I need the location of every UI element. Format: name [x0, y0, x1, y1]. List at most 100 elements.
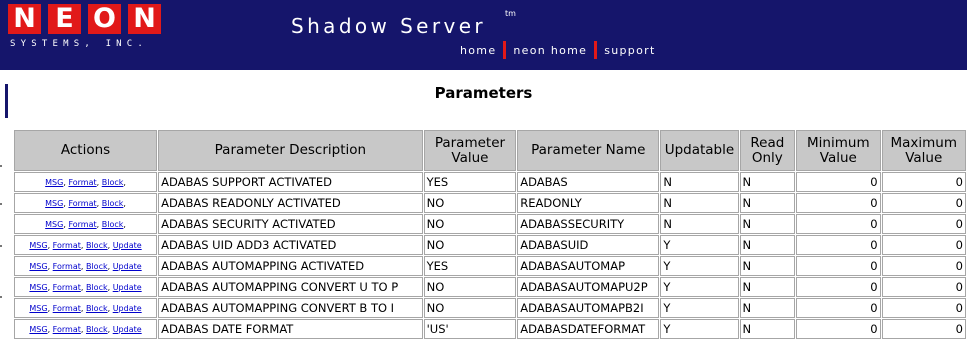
format-action-link[interactable]: Format [53, 241, 81, 250]
table-header-row: Actions Parameter Description Parameter … [14, 130, 966, 171]
param-description-cell: ADABAS SUPPORT ACTIVATED [158, 172, 423, 192]
column-header-actions: Actions [14, 130, 158, 171]
format-action-link[interactable]: Format [68, 199, 96, 208]
maximum-value-cell: 0 [881, 277, 966, 297]
frame-edge-mark [0, 203, 2, 205]
read-only-cell: N [739, 193, 796, 213]
param-description-cell: ADABAS READONLY ACTIVATED [158, 193, 423, 213]
format-action-link[interactable]: Format [53, 283, 81, 292]
frame-edge-mark [0, 165, 2, 167]
nav-home-link[interactable]: home [460, 44, 496, 57]
table-row: MSG, Format, Block, ADABAS SUPPORT ACTIVA… [14, 172, 966, 192]
param-description-cell: ADABAS AUTOMAPPING CONVERT B TO I [158, 298, 423, 318]
update-action-link[interactable]: Update [113, 262, 142, 271]
format-action-link[interactable]: Format [53, 304, 81, 313]
row-actions: MSG, Format, Block, Update [14, 235, 158, 255]
update-action-link[interactable]: Update [113, 241, 142, 250]
msg-action-link[interactable]: MSG [29, 304, 47, 313]
logo-letter: N [8, 4, 41, 34]
row-actions: MSG, Format, Block, Update [14, 277, 158, 297]
table-body: MSG, Format, Block, ADABAS SUPPORT ACTIVA… [14, 172, 966, 339]
column-header-name: Parameter Name [517, 130, 660, 171]
table-row: MSG, Format, Block, ADABAS READONLY ACTIV… [14, 193, 966, 213]
table-row: MSG, Format, Block, Update ADABAS AUTOMAP… [14, 256, 966, 276]
param-description-cell: ADABAS DATE FORMAT [158, 319, 423, 339]
nav-separator [503, 41, 507, 59]
table-row: MSG, Format, Block, Update ADABAS UID ADD… [14, 235, 966, 255]
table-row: MSG, Format, Block, Update ADABAS AUTOMAP… [14, 277, 966, 297]
read-only-cell: N [739, 256, 796, 276]
msg-action-link[interactable]: MSG [45, 199, 63, 208]
block-action-link[interactable]: Block [86, 262, 108, 271]
maximum-value-cell: 0 [881, 319, 966, 339]
param-value-cell: YES [423, 172, 517, 192]
row-actions: MSG, Format, Block, Update [14, 319, 158, 339]
updatable-cell: N [660, 193, 739, 213]
nav-neon-home-link[interactable]: neon home [513, 44, 587, 57]
maximum-value-cell: 0 [881, 256, 966, 276]
read-only-cell: N [739, 235, 796, 255]
block-action-link[interactable]: Block [102, 220, 124, 229]
format-action-link[interactable]: Format [53, 325, 81, 334]
minimum-value-cell: 0 [796, 298, 881, 318]
param-value-cell: NO [423, 277, 517, 297]
minimum-value-cell: 0 [796, 277, 881, 297]
read-only-cell: N [739, 319, 796, 339]
column-header-value: Parameter Value [423, 130, 517, 171]
msg-action-link[interactable]: MSG [29, 325, 47, 334]
minimum-value-cell: 0 [796, 235, 881, 255]
param-description-cell: ADABAS AUTOMAPPING ACTIVATED [158, 256, 423, 276]
update-action-link[interactable]: Update [113, 304, 142, 313]
param-name-cell: ADABASUID [517, 235, 660, 255]
read-only-cell: N [739, 277, 796, 297]
table-row: MSG, Format, Block, ADABAS SECURITY ACTIV… [14, 214, 966, 234]
minimum-value-cell: 0 [796, 214, 881, 234]
row-actions: MSG, Format, Block, [14, 172, 158, 192]
updatable-cell: Y [660, 235, 739, 255]
maximum-value-cell: 0 [881, 214, 966, 234]
maximum-value-cell: 0 [881, 235, 966, 255]
minimum-value-cell: 0 [796, 193, 881, 213]
msg-action-link[interactable]: MSG [45, 178, 63, 187]
column-header-updatable: Updatable [660, 130, 739, 171]
msg-action-link[interactable]: MSG [45, 220, 63, 229]
param-value-cell: NO [423, 214, 517, 234]
minimum-value-cell: 0 [796, 256, 881, 276]
top-nav: home neon home support [460, 40, 656, 60]
format-action-link[interactable]: Format [53, 262, 81, 271]
row-actions: MSG, Format, Block, Update [14, 298, 158, 318]
block-action-link[interactable]: Block [86, 304, 108, 313]
param-value-cell: NO [423, 193, 517, 213]
msg-action-link[interactable]: MSG [29, 283, 47, 292]
page-title: Parameters [434, 84, 533, 102]
block-action-link[interactable]: Block [86, 325, 108, 334]
nav-separator [594, 41, 598, 59]
nav-support-link[interactable]: support [604, 44, 655, 57]
format-action-link[interactable]: Format [68, 178, 96, 187]
block-action-link[interactable]: Block [102, 199, 124, 208]
block-action-link[interactable]: Block [86, 241, 108, 250]
logo-letter: O [88, 4, 121, 34]
param-value-cell: NO [423, 235, 517, 255]
logo-letter: E [48, 4, 81, 34]
column-header-read-only: Read Only [739, 130, 796, 171]
logo-subtitle: SYSTEMS, INC. [10, 39, 149, 49]
param-value-cell: NO [423, 298, 517, 318]
column-header-maximum: Maximum Value [881, 130, 966, 171]
msg-action-link[interactable]: MSG [29, 241, 47, 250]
param-name-cell: ADABASSECURITY [517, 214, 660, 234]
row-actions: MSG, Format, Block, [14, 193, 158, 213]
block-action-link[interactable]: Block [102, 178, 124, 187]
update-action-link[interactable]: Update [113, 325, 142, 334]
block-action-link[interactable]: Block [86, 283, 108, 292]
update-action-link[interactable]: Update [113, 283, 142, 292]
updatable-cell: Y [660, 256, 739, 276]
frame-edge-mark [0, 245, 2, 247]
minimum-value-cell: 0 [796, 319, 881, 339]
column-header-minimum: Minimum Value [796, 130, 881, 171]
param-name-cell: ADABASAUTOMAPB2I [517, 298, 660, 318]
maximum-value-cell: 0 [881, 193, 966, 213]
format-action-link[interactable]: Format [68, 220, 96, 229]
param-value-cell: 'US' [423, 319, 517, 339]
msg-action-link[interactable]: MSG [29, 262, 47, 271]
